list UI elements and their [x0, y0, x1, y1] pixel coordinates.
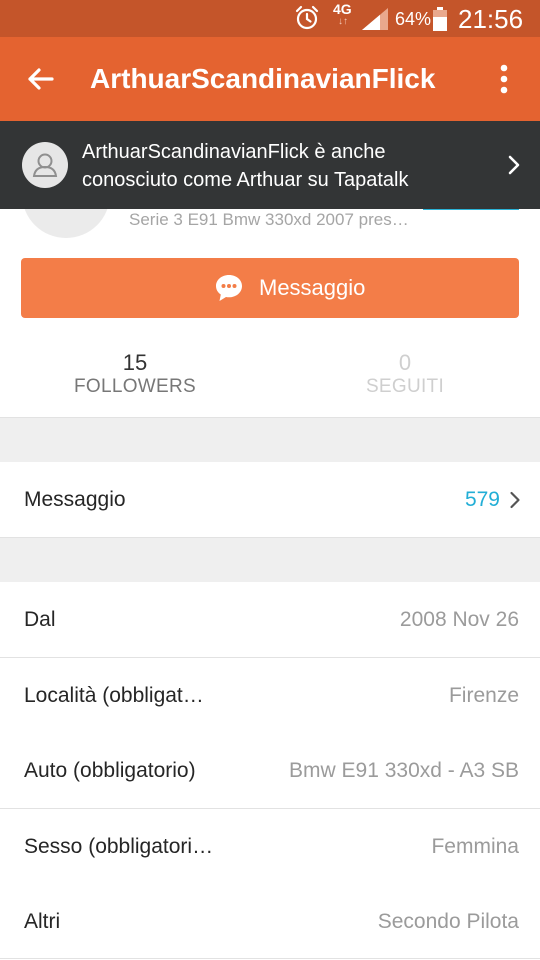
following-label: SEGUITI	[365, 376, 445, 397]
battery-icon	[433, 7, 447, 31]
detail-row: Auto (obbligatorio) Bmw E91 330xd - A3 S…	[0, 733, 540, 808]
alarm-clock-icon	[295, 5, 319, 30]
message-button[interactable]: Messaggio	[21, 258, 519, 318]
detail-value: Secondo Pilota	[377, 910, 519, 933]
divider	[0, 958, 540, 959]
status-bar: 4G ↓↑ 64% 21:56	[0, 0, 540, 37]
detail-value: Firenze	[448, 684, 519, 707]
detail-value: Bmw E91 330xd - A3 SB	[289, 759, 519, 782]
detail-label: Auto (obbligatorio)	[24, 759, 196, 782]
detail-label: Località (obbligat…	[24, 684, 204, 707]
chevron-right-icon	[510, 491, 520, 509]
detail-row: Sesso (obbligatori… Femmina	[0, 809, 540, 884]
section-spacer	[0, 538, 540, 582]
notice-text: ArthuarScandinavianFlick è anche conosci…	[82, 141, 409, 191]
detail-label: Altri	[24, 910, 61, 933]
app-bar: ArthuarScandinavianFlick	[0, 37, 540, 121]
tapatalk-notice-banner[interactable]: ArthuarScandinavianFlick è anche conosci…	[0, 121, 540, 209]
detail-value: Femmina	[431, 835, 519, 858]
following-stat[interactable]: 0 SEGUITI	[270, 350, 540, 398]
battery-percent: 64%	[395, 9, 432, 29]
signal-strength-icon	[362, 8, 388, 30]
follow-stats: 15 FOLLOWERS 0 SEGUITI	[0, 350, 540, 418]
section-spacer	[0, 418, 540, 462]
detail-label: Dal	[24, 608, 56, 631]
chevron-right-icon	[508, 155, 520, 175]
profile-subtitle: Serie 3 E91 Bmw 330xd 2007 pres…	[129, 210, 409, 229]
more-vertical-icon[interactable]	[490, 61, 518, 97]
following-count: 0	[398, 350, 412, 375]
messages-row[interactable]: Messaggio 579	[0, 462, 540, 537]
message-button-label: Messaggio	[259, 275, 366, 300]
detail-row: Altri Secondo Pilota	[0, 884, 540, 959]
detail-value: 2008 Nov 26	[399, 608, 519, 631]
page-title: ArthuarScandinavianFlick	[90, 63, 436, 94]
messages-row-label: Messaggio	[24, 488, 126, 511]
messages-count: 579	[464, 488, 500, 511]
arrow-back-icon[interactable]	[24, 63, 56, 95]
followers-stat[interactable]: 15 FOLLOWERS	[0, 350, 270, 398]
detail-row: Località (obbligat… Firenze	[0, 658, 540, 733]
chat-bubble-icon	[216, 275, 242, 301]
detail-row: Dal 2008 Nov 26	[0, 582, 540, 657]
network-activity-icon: ↓↑	[338, 16, 348, 27]
detail-label: Sesso (obbligatori…	[24, 835, 214, 858]
followers-count: 15	[122, 350, 148, 375]
network-type: 4G	[333, 1, 352, 17]
followers-label: FOLLOWERS	[74, 376, 196, 397]
clock: 21:56	[458, 4, 524, 34]
user-avatar-icon	[22, 142, 68, 188]
